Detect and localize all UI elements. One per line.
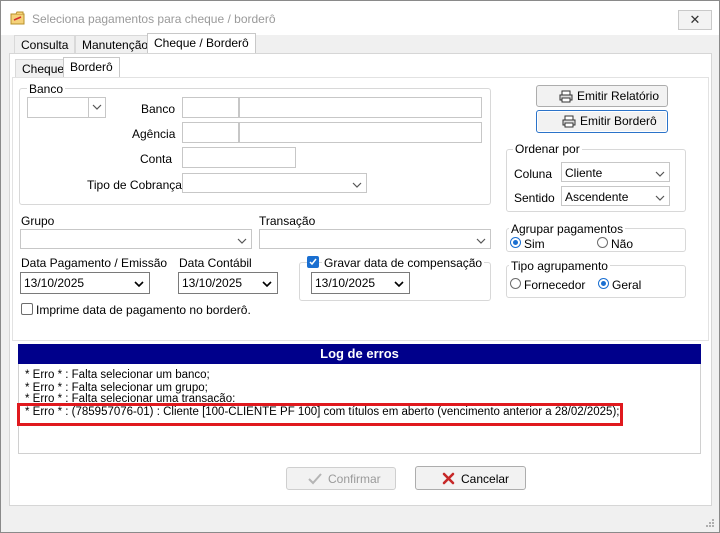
- transacao-select[interactable]: [259, 229, 491, 249]
- grupo-label: Grupo: [21, 214, 55, 228]
- tab-consulta[interactable]: Consulta: [14, 35, 76, 54]
- app-icon: [10, 11, 25, 25]
- chevron-down-icon: [352, 182, 362, 188]
- log-title: Log de erros: [18, 344, 701, 364]
- agencia-label: Agência: [132, 127, 176, 141]
- close-icon: [442, 472, 455, 485]
- fornecedor-radio[interactable]: [510, 278, 521, 289]
- printer-icon: [562, 115, 576, 128]
- banco-code-input[interactable]: [182, 97, 239, 118]
- ordenar-legend: Ordenar por: [513, 142, 582, 156]
- cancelar-button[interactable]: Cancelar: [415, 466, 526, 490]
- tipo-cobranca-select[interactable]: [182, 173, 367, 193]
- checkmark-icon: [309, 258, 317, 266]
- checkmark-icon: [308, 473, 322, 485]
- sentido-select[interactable]: Ascendente: [561, 186, 670, 206]
- confirmar-button[interactable]: Confirmar: [286, 467, 396, 490]
- printer-icon: [559, 90, 573, 103]
- bank-group-legend: Banco: [27, 82, 66, 96]
- gravar-data-picker[interactable]: 13/10/2025: [311, 272, 410, 294]
- agrupar-legend: Agrupar pagamentos: [509, 222, 626, 236]
- data-pagamento-label: Data Pagamento / Emissão: [21, 256, 168, 270]
- fornecedor-label: Fornecedor: [524, 278, 586, 292]
- error-highlight-box: [17, 403, 623, 426]
- log-line: * Erro * : Falta selecionar uma transaçã…: [25, 393, 236, 402]
- gravar-data-label: Gravar data de compensação: [322, 256, 485, 270]
- imprime-data-checkbox[interactable]: [21, 303, 33, 315]
- tab-bordero[interactable]: Borderô: [63, 57, 120, 78]
- chevron-down-icon: [262, 281, 272, 287]
- coluna-label: Coluna: [514, 167, 553, 181]
- tipo-cobranca-label: Tipo de Cobrança: [87, 178, 182, 192]
- chevron-down-icon: [476, 238, 486, 244]
- emitir-relatorio-button[interactable]: Emitir Relatório: [536, 85, 668, 107]
- transacao-label: Transação: [259, 214, 316, 228]
- data-pagamento-picker[interactable]: 13/10/2025: [20, 272, 150, 294]
- window-title: Seleciona pagamentos para cheque / borde…: [32, 12, 276, 26]
- imprime-data-label: Imprime data de pagamento no borderô.: [36, 303, 251, 317]
- banco-label: Banco: [141, 102, 176, 116]
- agrupar-nao-radio[interactable]: [597, 237, 608, 248]
- chevron-down-icon: [92, 104, 102, 110]
- tipo-agrupamento-legend: Tipo agrupamento: [509, 259, 610, 273]
- title-bar: Seleciona pagamentos para cheque / borde…: [1, 1, 719, 35]
- dialog-window: Seleciona pagamentos para cheque / borde…: [0, 0, 720, 533]
- emitir-bordero-button[interactable]: Emitir Borderô: [536, 110, 668, 133]
- data-contabil-picker[interactable]: 13/10/2025: [178, 272, 278, 294]
- chevron-down-icon: [655, 195, 665, 201]
- bank-select[interactable]: [27, 97, 106, 118]
- sentido-label: Sentido: [514, 191, 555, 205]
- chevron-down-icon: [394, 281, 404, 287]
- agrupar-nao-label: Não: [611, 237, 634, 251]
- resize-grip-icon[interactable]: [705, 518, 715, 528]
- geral-label: Geral: [612, 278, 642, 292]
- chevron-down-icon: [237, 238, 247, 244]
- chevron-down-icon: [655, 171, 665, 177]
- close-icon: ✕: [689, 12, 701, 27]
- close-button[interactable]: ✕: [678, 10, 712, 30]
- log-line: * Erro * : Falta selecionar um banco;: [25, 369, 210, 381]
- coluna-select[interactable]: Cliente: [561, 162, 670, 182]
- agencia-name-input[interactable]: [239, 122, 482, 143]
- agrupar-sim-radio[interactable]: [510, 237, 521, 248]
- chevron-down-icon: [134, 281, 144, 287]
- agrupar-sim-label: Sim: [524, 237, 545, 251]
- gravar-data-checkbox[interactable]: [307, 256, 319, 268]
- banco-name-input[interactable]: [239, 97, 482, 118]
- tab-cheque-bordero[interactable]: Cheque / Borderô: [147, 33, 256, 54]
- geral-radio[interactable]: [598, 278, 609, 289]
- agencia-code-input[interactable]: [182, 122, 239, 143]
- conta-input[interactable]: [182, 147, 296, 168]
- grupo-select[interactable]: [20, 229, 252, 249]
- data-contabil-label: Data Contábil: [179, 256, 252, 270]
- tab-manutencao[interactable]: Manutenção: [75, 35, 156, 54]
- conta-label: Conta: [140, 152, 173, 166]
